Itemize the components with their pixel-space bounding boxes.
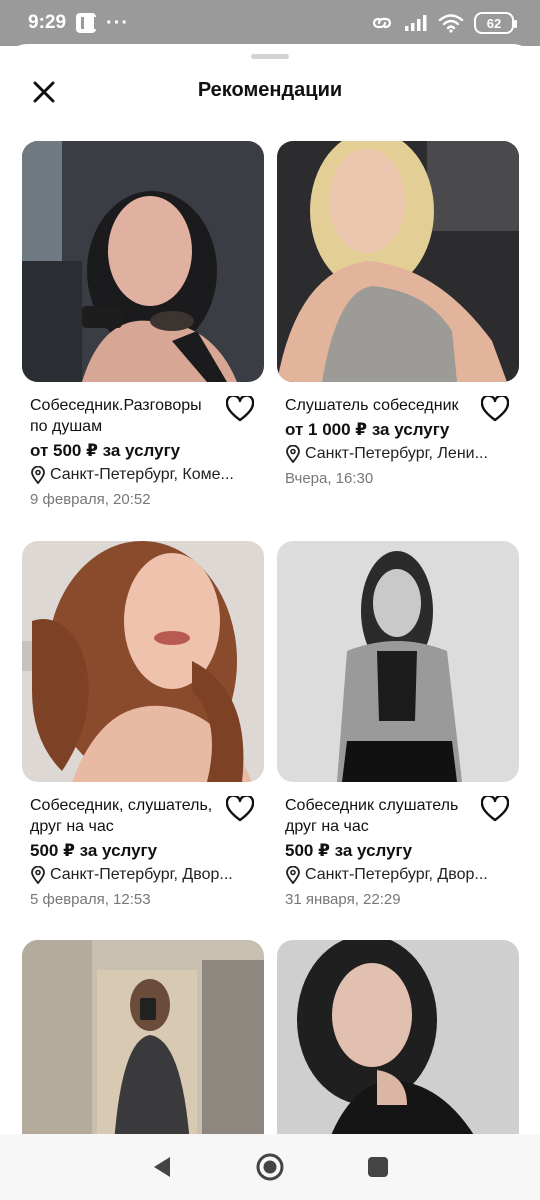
signal-icon <box>405 15 427 31</box>
system-navbar <box>0 1134 540 1200</box>
location-text: Санкт-Петербург, Лени... <box>305 445 488 462</box>
page-title: Рекомендации <box>197 79 343 101</box>
favorite-heart-icon[interactable] <box>481 796 509 822</box>
recommendations-sheet: Рекомендации Собеседник.Разговоры по душ… <box>0 44 540 1144</box>
listing-title: Собеседник, слушатель, друг на час <box>30 797 213 835</box>
listing-card[interactable]: Собеседник.Разговоры по душам от 500 ₽ з… <box>22 141 264 508</box>
listing-date: 5 февраля, 12:53 <box>30 891 151 908</box>
favorite-heart-icon[interactable] <box>481 396 509 422</box>
listing-date: 31 января, 22:29 <box>285 891 401 908</box>
location-text: Санкт-Петербург, Двор... <box>50 866 233 883</box>
location-pin-icon <box>31 866 45 884</box>
location-pin-icon <box>31 466 45 484</box>
app-badge-icon <box>76 13 98 33</box>
listing-card[interactable]: Слушатель собеседник от 1 000 ₽ за услуг… <box>277 141 519 487</box>
home-icon[interactable] <box>255 1152 285 1182</box>
favorite-heart-icon[interactable] <box>226 396 254 422</box>
listing-photo[interactable] <box>277 141 519 382</box>
battery-icon: 62 <box>474 12 517 34</box>
status-right: 62 <box>370 12 517 34</box>
listing-location: Санкт-Петербург, Двор... <box>30 866 256 884</box>
listing-card[interactable] <box>277 940 519 1144</box>
listing-location: Санкт-Петербург, Коме... <box>30 466 256 484</box>
listing-card[interactable]: Собеседник слушатель друг на час 500 ₽ з… <box>277 541 519 908</box>
listing-photo[interactable] <box>22 541 264 782</box>
listing-date: 9 февраля, 20:52 <box>30 491 151 508</box>
listing-title: Собеседник слушатель друг на час <box>285 797 459 835</box>
location-text: Санкт-Петербург, Двор... <box>305 866 488 883</box>
listing-price: 500 ₽ за услугу <box>285 841 413 860</box>
listing-title: Слушатель собеседник <box>285 397 459 414</box>
battery-level: 62 <box>486 15 502 31</box>
listing-card[interactable]: Собеседник, слушатель, друг на час 500 ₽… <box>22 541 264 908</box>
location-pin-icon <box>286 866 300 884</box>
listing-photo[interactable] <box>22 141 264 382</box>
listing-date: Вчера, 16:30 <box>285 470 374 487</box>
recents-icon[interactable] <box>367 1156 389 1178</box>
listing-photo[interactable] <box>277 940 519 1144</box>
listing-photo[interactable] <box>277 541 519 782</box>
listing-location: Санкт-Петербург, Двор... <box>285 866 511 884</box>
listing-location: Санкт-Петербург, Лени... <box>285 445 511 463</box>
wifi-icon <box>438 14 464 33</box>
status-time: 9:29 <box>28 12 67 33</box>
more-notifications-icon: ··· <box>106 11 130 34</box>
status-left: 9:29 ··· <box>28 12 129 35</box>
listing-price: от 500 ₽ за услугу <box>30 441 181 460</box>
status-bar: 9:29 ··· 62 <box>0 0 540 46</box>
link-icon <box>372 17 392 29</box>
drag-handle[interactable] <box>251 54 289 59</box>
listing-title: Собеседник.Разговоры по душам <box>30 397 202 435</box>
back-icon[interactable] <box>151 1155 173 1179</box>
listing-price: от 1 000 ₽ за услугу <box>285 420 450 439</box>
favorite-heart-icon[interactable] <box>226 796 254 822</box>
location-text: Санкт-Петербург, Коме... <box>50 466 234 483</box>
listing-photo[interactable] <box>22 940 264 1144</box>
listing-price: 500 ₽ за услугу <box>30 841 158 860</box>
listing-card[interactable] <box>22 940 264 1144</box>
location-pin-icon <box>286 445 300 463</box>
